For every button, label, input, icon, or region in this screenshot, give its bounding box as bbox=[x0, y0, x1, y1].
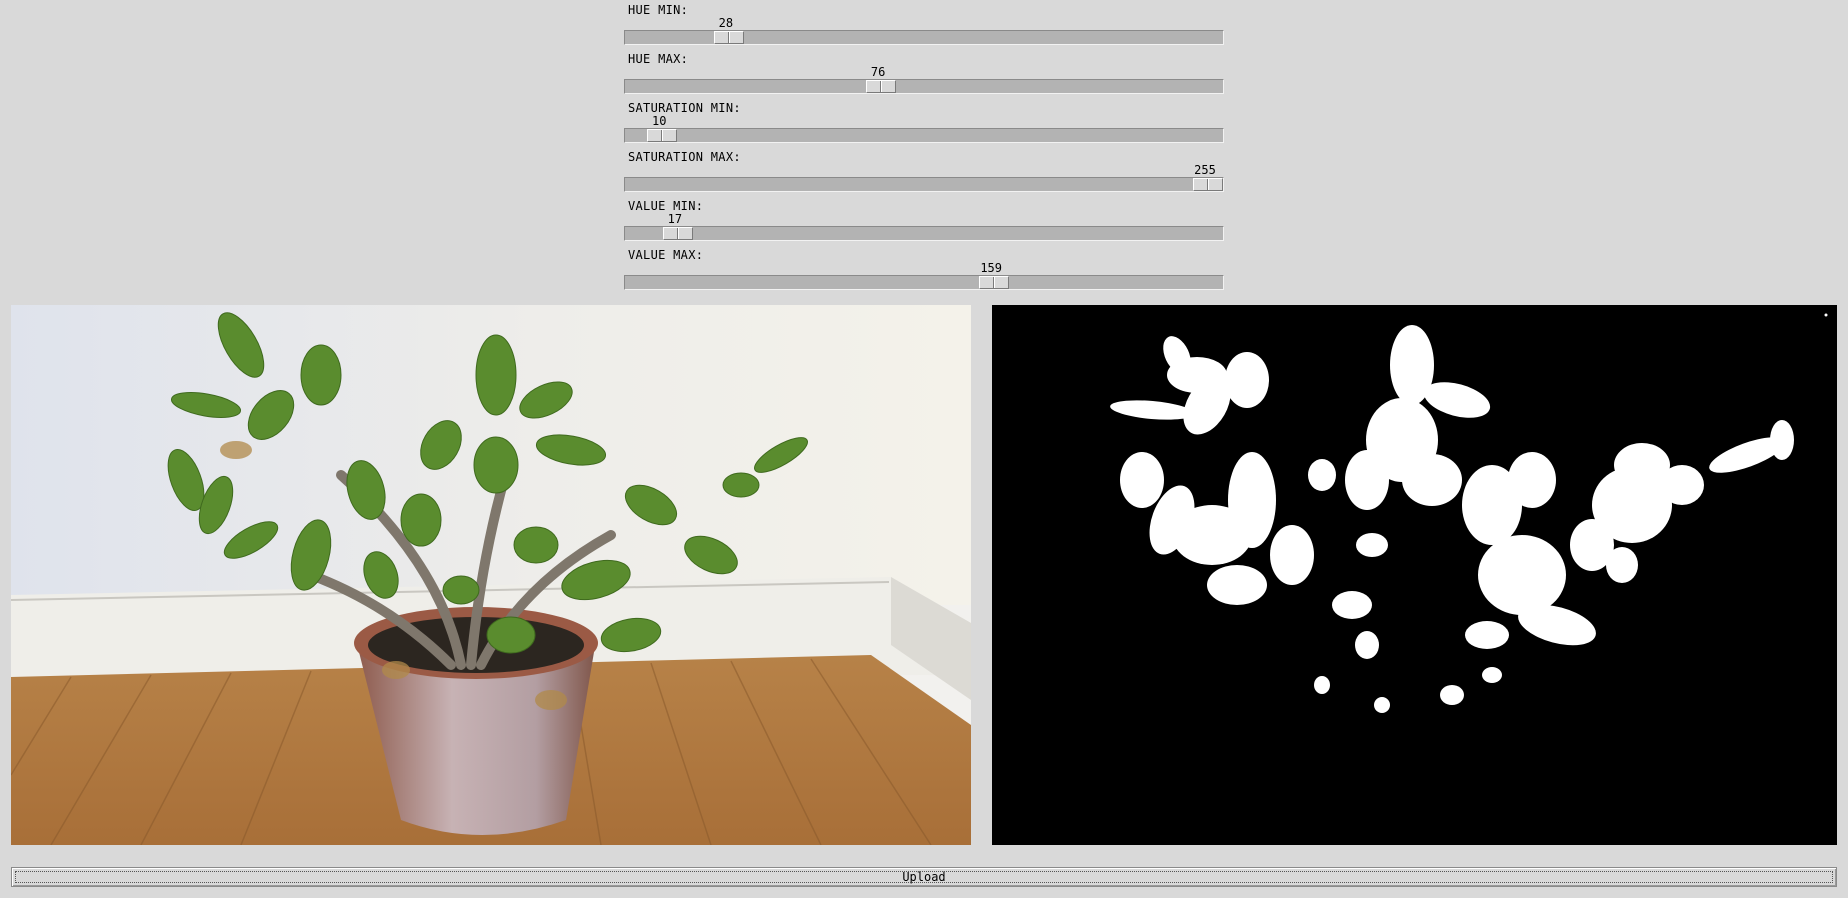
slider-value: 17 bbox=[667, 212, 683, 226]
slider-label: VALUE MIN: bbox=[628, 199, 704, 213]
slider-hue-min: HUE MIN: 28 bbox=[624, 0, 1224, 49]
threshold-mask bbox=[992, 305, 1837, 845]
slider-trough[interactable] bbox=[624, 128, 1224, 143]
slider-saturation-min: SATURATION MIN: 10 bbox=[624, 98, 1224, 147]
slider-hue-max: HUE MAX: 76 bbox=[624, 49, 1224, 98]
slider-value: 76 bbox=[870, 65, 886, 79]
slider-label: SATURATION MAX: bbox=[628, 150, 741, 164]
slider-value-max: VALUE MAX: 159 bbox=[624, 245, 1224, 294]
slider-handle[interactable] bbox=[647, 129, 678, 142]
slider-value-min: VALUE MIN: 17 bbox=[624, 196, 1224, 245]
slider-trough[interactable] bbox=[624, 177, 1224, 192]
slider-trough[interactable] bbox=[624, 79, 1224, 94]
slider-handle[interactable] bbox=[1193, 178, 1223, 191]
slider-trough[interactable] bbox=[624, 275, 1224, 290]
slider-handle[interactable] bbox=[713, 31, 744, 44]
upload-button[interactable]: Upload bbox=[11, 867, 1837, 887]
hsv-slider-panel: HUE MIN: 28 HUE MAX: 76 SATURATION MIN: … bbox=[624, 0, 1224, 294]
focus-ring bbox=[15, 871, 1833, 883]
slider-label: VALUE MAX: bbox=[628, 248, 704, 262]
slider-label: HUE MAX: bbox=[628, 52, 689, 66]
slider-handle[interactable] bbox=[662, 227, 693, 240]
slider-trough[interactable] bbox=[624, 226, 1224, 241]
slider-label: HUE MIN: bbox=[628, 3, 689, 17]
hsv-threshold-mask bbox=[992, 305, 1837, 845]
slider-value: 159 bbox=[980, 261, 1002, 275]
original-photo bbox=[11, 305, 971, 845]
slider-handle[interactable] bbox=[979, 276, 1010, 289]
slider-value: 10 bbox=[652, 114, 667, 128]
slider-saturation-max: SATURATION MAX: 255 bbox=[624, 147, 1224, 196]
slider-value: 28 bbox=[718, 16, 734, 30]
slider-handle[interactable] bbox=[866, 80, 897, 93]
slider-value: 255 bbox=[1194, 163, 1216, 177]
jade-plant-photo bbox=[11, 305, 971, 845]
slider-label: SATURATION MIN: bbox=[628, 101, 741, 115]
